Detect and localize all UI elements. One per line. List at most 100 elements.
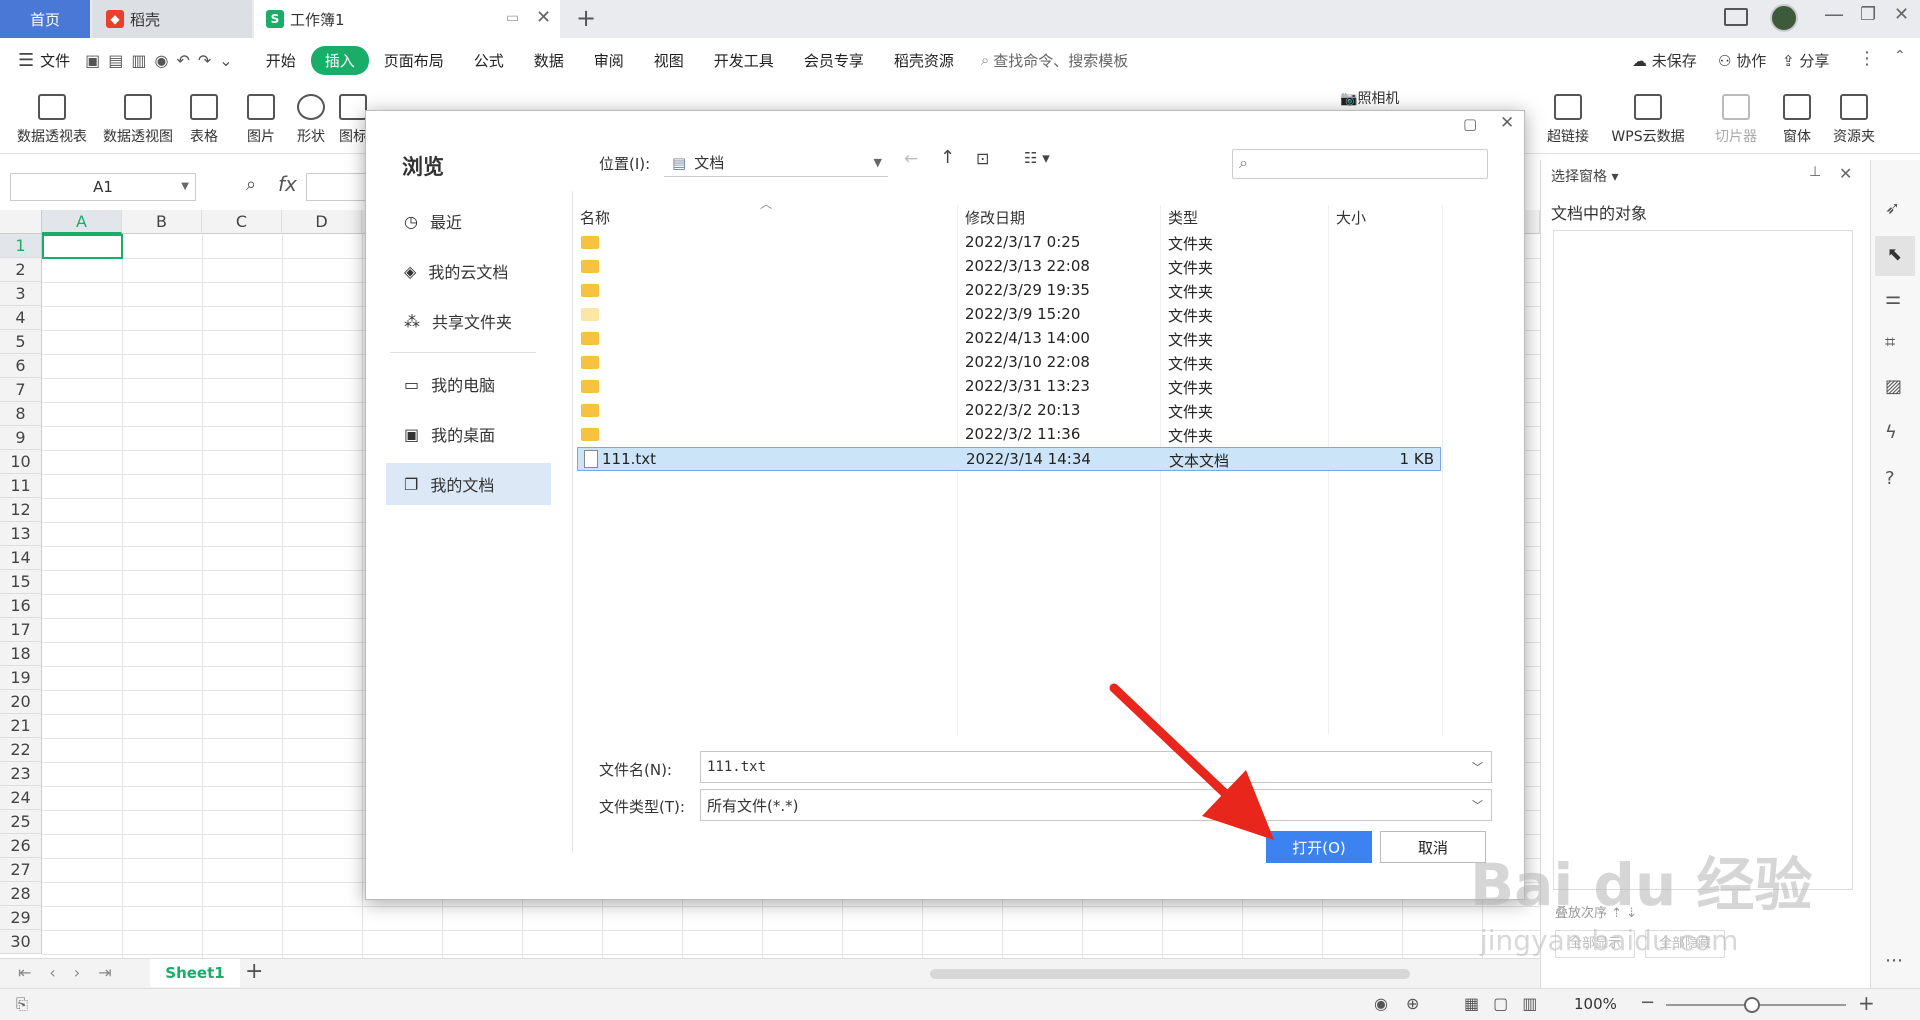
active-cell[interactable] xyxy=(42,234,123,259)
nav-shared-folder[interactable]: ⁂ 共享文件夹 xyxy=(386,300,551,342)
row-header[interactable]: 25 xyxy=(0,810,42,834)
menu-review[interactable]: 审阅 xyxy=(579,50,639,71)
row-header[interactable]: 7 xyxy=(0,378,42,402)
new-folder-icon[interactable]: ⊡ xyxy=(976,149,989,168)
location-dropdown[interactable]: ▤ 文档 ▼ xyxy=(664,149,888,177)
avatar[interactable] xyxy=(1770,4,1798,32)
row-header[interactable]: 14 xyxy=(0,546,42,570)
nav-desktop[interactable]: ▣ 我的桌面 xyxy=(386,413,551,455)
file-row[interactable]: 111.txt 2022/3/14 14:34 文本文档 1 KB xyxy=(577,447,1441,471)
row-header[interactable]: 6 xyxy=(0,354,42,378)
row-header[interactable]: 23 xyxy=(0,762,42,786)
row-header[interactable]: 30 xyxy=(0,930,42,954)
row-header[interactable]: 22 xyxy=(0,738,42,762)
menu-page-layout[interactable]: 页面布局 xyxy=(369,50,459,71)
menu-data[interactable]: 数据 xyxy=(519,50,579,71)
zoom-level[interactable]: 100% xyxy=(1574,995,1617,1013)
resource-folder-button[interactable]: 资源夹 xyxy=(1826,82,1882,152)
column-header[interactable]: D xyxy=(282,210,362,234)
file-row[interactable]: 2022/3/29 19:35 文件夹 xyxy=(577,279,1441,303)
restore-icon[interactable]: ❐ xyxy=(1860,4,1876,25)
view-options-icon[interactable]: ☷ ▾ xyxy=(1024,149,1050,167)
up-icon[interactable]: ↑ xyxy=(940,147,955,168)
column-header[interactable]: C xyxy=(202,210,282,234)
language-icon[interactable]: ⊕ xyxy=(1406,994,1419,1013)
macro-icon[interactable]: ⎘ xyxy=(16,995,28,1013)
menu-view[interactable]: 视图 xyxy=(639,50,699,71)
icon-library-button[interactable]: 图标 xyxy=(338,82,368,152)
eye-protection-icon[interactable]: ◉ xyxy=(1374,994,1388,1013)
row-header[interactable]: 1 xyxy=(0,234,42,258)
row-header[interactable]: 3 xyxy=(0,282,42,306)
file-row[interactable]: 2022/3/13 22:08 文件夹 xyxy=(577,255,1441,279)
wps-cloud-data-button[interactable]: WPS云数据 xyxy=(1600,82,1696,152)
row-header[interactable]: 4 xyxy=(0,306,42,330)
objects-list[interactable] xyxy=(1553,230,1853,890)
cursor-icon[interactable]: ⬉ xyxy=(1887,244,1902,265)
share-button[interactable]: ⇪ 分享 xyxy=(1782,50,1829,71)
row-header[interactable]: 19 xyxy=(0,666,42,690)
adjust-icon[interactable]: ⚌ xyxy=(1885,288,1901,309)
row-header[interactable]: 5 xyxy=(0,330,42,354)
row-header[interactable]: 26 xyxy=(0,834,42,858)
nav-my-computer[interactable]: ▭ 我的电脑 xyxy=(386,363,551,405)
menu-file[interactable]: 文件 xyxy=(34,50,85,71)
row-header[interactable]: 28 xyxy=(0,882,42,906)
row-header[interactable]: 10 xyxy=(0,450,42,474)
row-header[interactable]: 13 xyxy=(0,522,42,546)
file-row[interactable]: 2022/3/17 0:25 文件夹 xyxy=(577,231,1441,255)
row-header[interactable]: 20 xyxy=(0,690,42,714)
dialog-search-input[interactable]: ⌕ xyxy=(1232,149,1488,179)
quick-access-icons[interactable]: ▣▤▥◉↶↷⌄ xyxy=(85,51,241,70)
row-header[interactable]: 17 xyxy=(0,618,42,642)
row-header[interactable]: 16 xyxy=(0,594,42,618)
file-row[interactable]: 2022/3/9 15:20 文件夹 xyxy=(577,303,1441,327)
header-name[interactable]: 名称 xyxy=(580,207,610,229)
row-header[interactable]: 8 xyxy=(0,402,42,426)
view-mode-icons[interactable]: ▦▢▥ xyxy=(1464,994,1551,1013)
menu-formula[interactable]: 公式 xyxy=(459,50,519,71)
fx-icon[interactable]: fx xyxy=(278,172,297,196)
minimize-icon[interactable]: — xyxy=(1824,2,1844,26)
back-icon[interactable]: ← xyxy=(904,149,918,169)
zoom-in-icon[interactable]: + xyxy=(1858,991,1875,1015)
zoom-formula-icon[interactable]: ⌕ xyxy=(246,174,256,195)
crop-icon[interactable]: ⌗ xyxy=(1885,332,1895,353)
unsaved-status[interactable]: ☁ 未保存 xyxy=(1632,50,1697,71)
table-button[interactable]: 表格 xyxy=(184,82,224,152)
sheet-tab[interactable]: Sheet1 xyxy=(150,959,240,987)
row-header[interactable]: 27 xyxy=(0,858,42,882)
slicer-button[interactable]: 切片器 xyxy=(1708,82,1764,152)
zoom-slider-handle[interactable] xyxy=(1744,997,1760,1013)
row-header[interactable]: 21 xyxy=(0,714,42,738)
image-edit-icon[interactable]: ▨ xyxy=(1885,376,1902,397)
shape-button[interactable]: 形状 xyxy=(288,82,334,152)
window-count-icon[interactable] xyxy=(1724,8,1748,26)
close-dialog-icon[interactable]: ✕ xyxy=(1500,113,1514,133)
row-header[interactable]: 2 xyxy=(0,258,42,282)
tab-home[interactable]: 首页 xyxy=(0,0,90,38)
row-header[interactable]: 15 xyxy=(0,570,42,594)
pivot-chart-button[interactable]: 数据透视图 xyxy=(98,82,178,152)
collapse-ribbon-icon[interactable]: ⌃ xyxy=(1894,48,1906,64)
row-header[interactable]: 24 xyxy=(0,786,42,810)
select-all-corner[interactable] xyxy=(0,210,42,234)
menu-member[interactable]: 会员专享 xyxy=(789,50,879,71)
rocket-icon[interactable]: ➶ xyxy=(1885,198,1900,219)
maximize-dialog-icon[interactable]: ▢ xyxy=(1463,115,1477,133)
new-tab-icon[interactable]: + xyxy=(576,4,596,32)
close-tab-icon[interactable]: ✕ xyxy=(536,7,551,28)
tab-workbook[interactable]: S 工作簿1 ▭ ✕ xyxy=(254,0,560,38)
nav-cloud-docs[interactable]: ◈ 我的云文档 xyxy=(386,250,551,292)
file-row[interactable]: 2022/3/10 22:08 文件夹 xyxy=(577,351,1441,375)
column-header[interactable]: B xyxy=(122,210,202,234)
more-icon[interactable]: ⋮ xyxy=(1858,48,1876,69)
sheet-nav-icons[interactable]: ⇤‹›⇥ xyxy=(18,963,130,982)
command-search[interactable]: 查找命令、搜索模板 xyxy=(993,50,1128,71)
pane-title[interactable]: 选择窗格 ▾ xyxy=(1551,166,1618,186)
header-size[interactable]: 大小 xyxy=(1336,207,1366,229)
menu-insert[interactable]: 插入 xyxy=(310,45,369,75)
column-header[interactable]: A xyxy=(42,210,122,234)
picture-button[interactable]: 图片 xyxy=(238,82,284,152)
header-type[interactable]: 类型 xyxy=(1168,207,1198,229)
